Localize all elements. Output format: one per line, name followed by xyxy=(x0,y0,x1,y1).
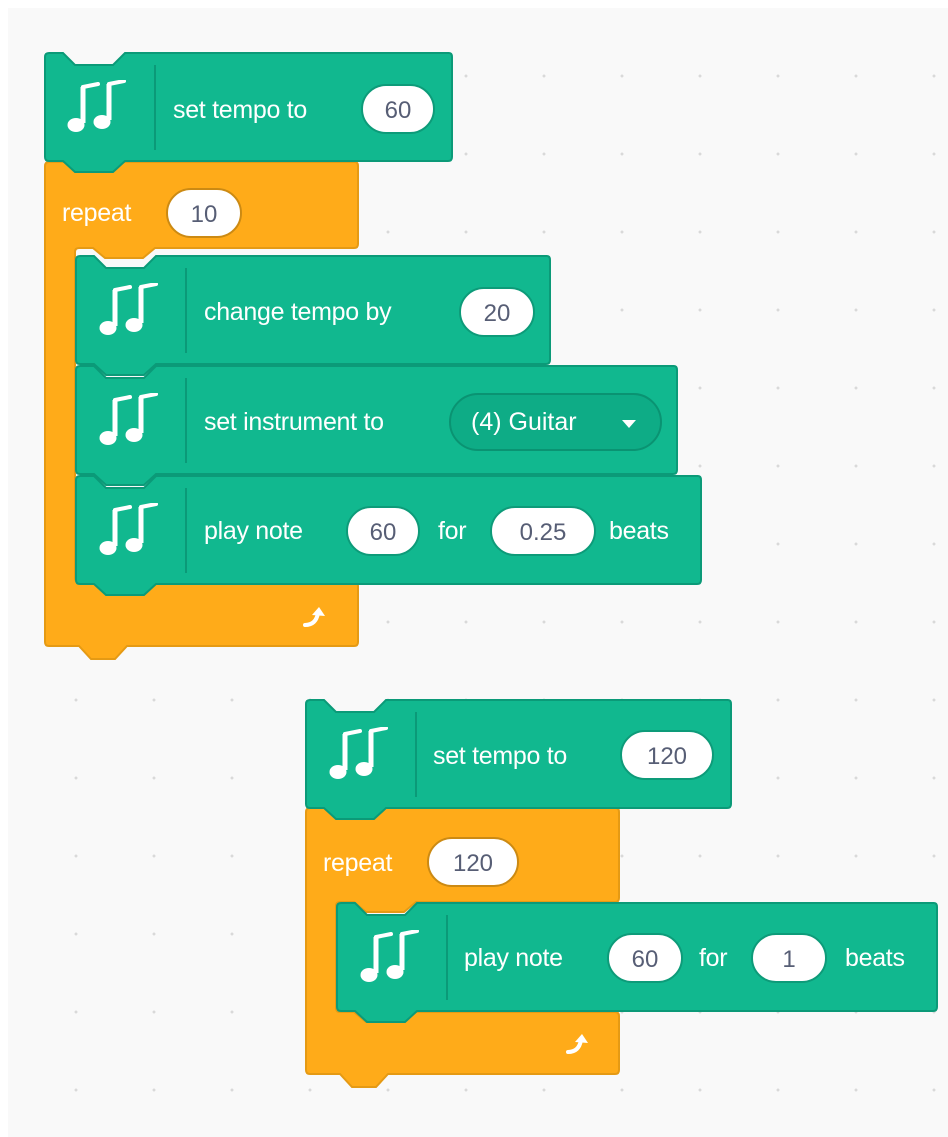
instrument-dropdown-value: (4) Guitar xyxy=(471,408,577,436)
set-tempo-label: set tempo to xyxy=(173,96,307,124)
play-note-block[interactable]: play note 60 for 1 beats xyxy=(336,902,938,1023)
workspace-top-edge xyxy=(0,0,948,8)
music-notes-icon xyxy=(99,283,158,335)
tempo-value-input[interactable]: 60 xyxy=(361,84,435,134)
set-instrument-block[interactable]: set instrument to (4) Guitar xyxy=(75,365,678,486)
repeat-count-input[interactable]: 10 xyxy=(166,188,242,238)
for-label: for xyxy=(438,517,467,545)
set-tempo-block[interactable]: set tempo to 60 xyxy=(44,52,453,173)
music-notes-icon xyxy=(99,503,158,555)
play-note-block[interactable]: play note 60 for 0.25 beats xyxy=(75,475,702,596)
workspace-left-edge xyxy=(0,0,8,1137)
block-divider xyxy=(185,488,187,573)
set-instrument-label: set instrument to xyxy=(204,408,384,436)
play-note-label: play note xyxy=(204,517,303,545)
music-notes-icon xyxy=(99,393,158,445)
block-divider xyxy=(415,712,417,797)
beats-input[interactable]: 1 xyxy=(751,933,827,983)
instrument-dropdown[interactable]: (4) Guitar xyxy=(449,393,662,451)
tempo-change-input[interactable]: 20 xyxy=(459,287,535,337)
note-input[interactable]: 60 xyxy=(346,506,420,556)
loop-arrow-icon xyxy=(303,607,325,627)
music-notes-icon xyxy=(329,727,388,779)
block-divider xyxy=(154,65,156,150)
caret-down-icon xyxy=(622,420,636,428)
beats-label: beats xyxy=(845,944,905,972)
block-divider xyxy=(185,268,187,353)
loop-arrow-icon xyxy=(566,1034,588,1054)
for-label: for xyxy=(699,944,728,972)
tempo-value-input[interactable]: 120 xyxy=(620,730,714,780)
repeat-label: repeat xyxy=(323,849,393,877)
repeat-count-input[interactable]: 120 xyxy=(427,837,519,887)
change-tempo-block[interactable]: change tempo by 20 xyxy=(75,255,551,376)
beats-input[interactable]: 0.25 xyxy=(490,506,596,556)
music-notes-icon xyxy=(360,930,419,982)
beats-label: beats xyxy=(609,517,669,545)
block-divider xyxy=(446,915,448,1000)
block-divider xyxy=(185,378,187,463)
repeat-label: repeat xyxy=(62,199,132,227)
play-note-label: play note xyxy=(464,944,563,972)
note-input[interactable]: 60 xyxy=(607,933,683,983)
music-notes-icon xyxy=(67,80,126,132)
set-tempo-label: set tempo to xyxy=(433,742,567,770)
change-tempo-label: change tempo by xyxy=(204,298,392,326)
set-tempo-block[interactable]: set tempo to 120 xyxy=(305,699,732,820)
